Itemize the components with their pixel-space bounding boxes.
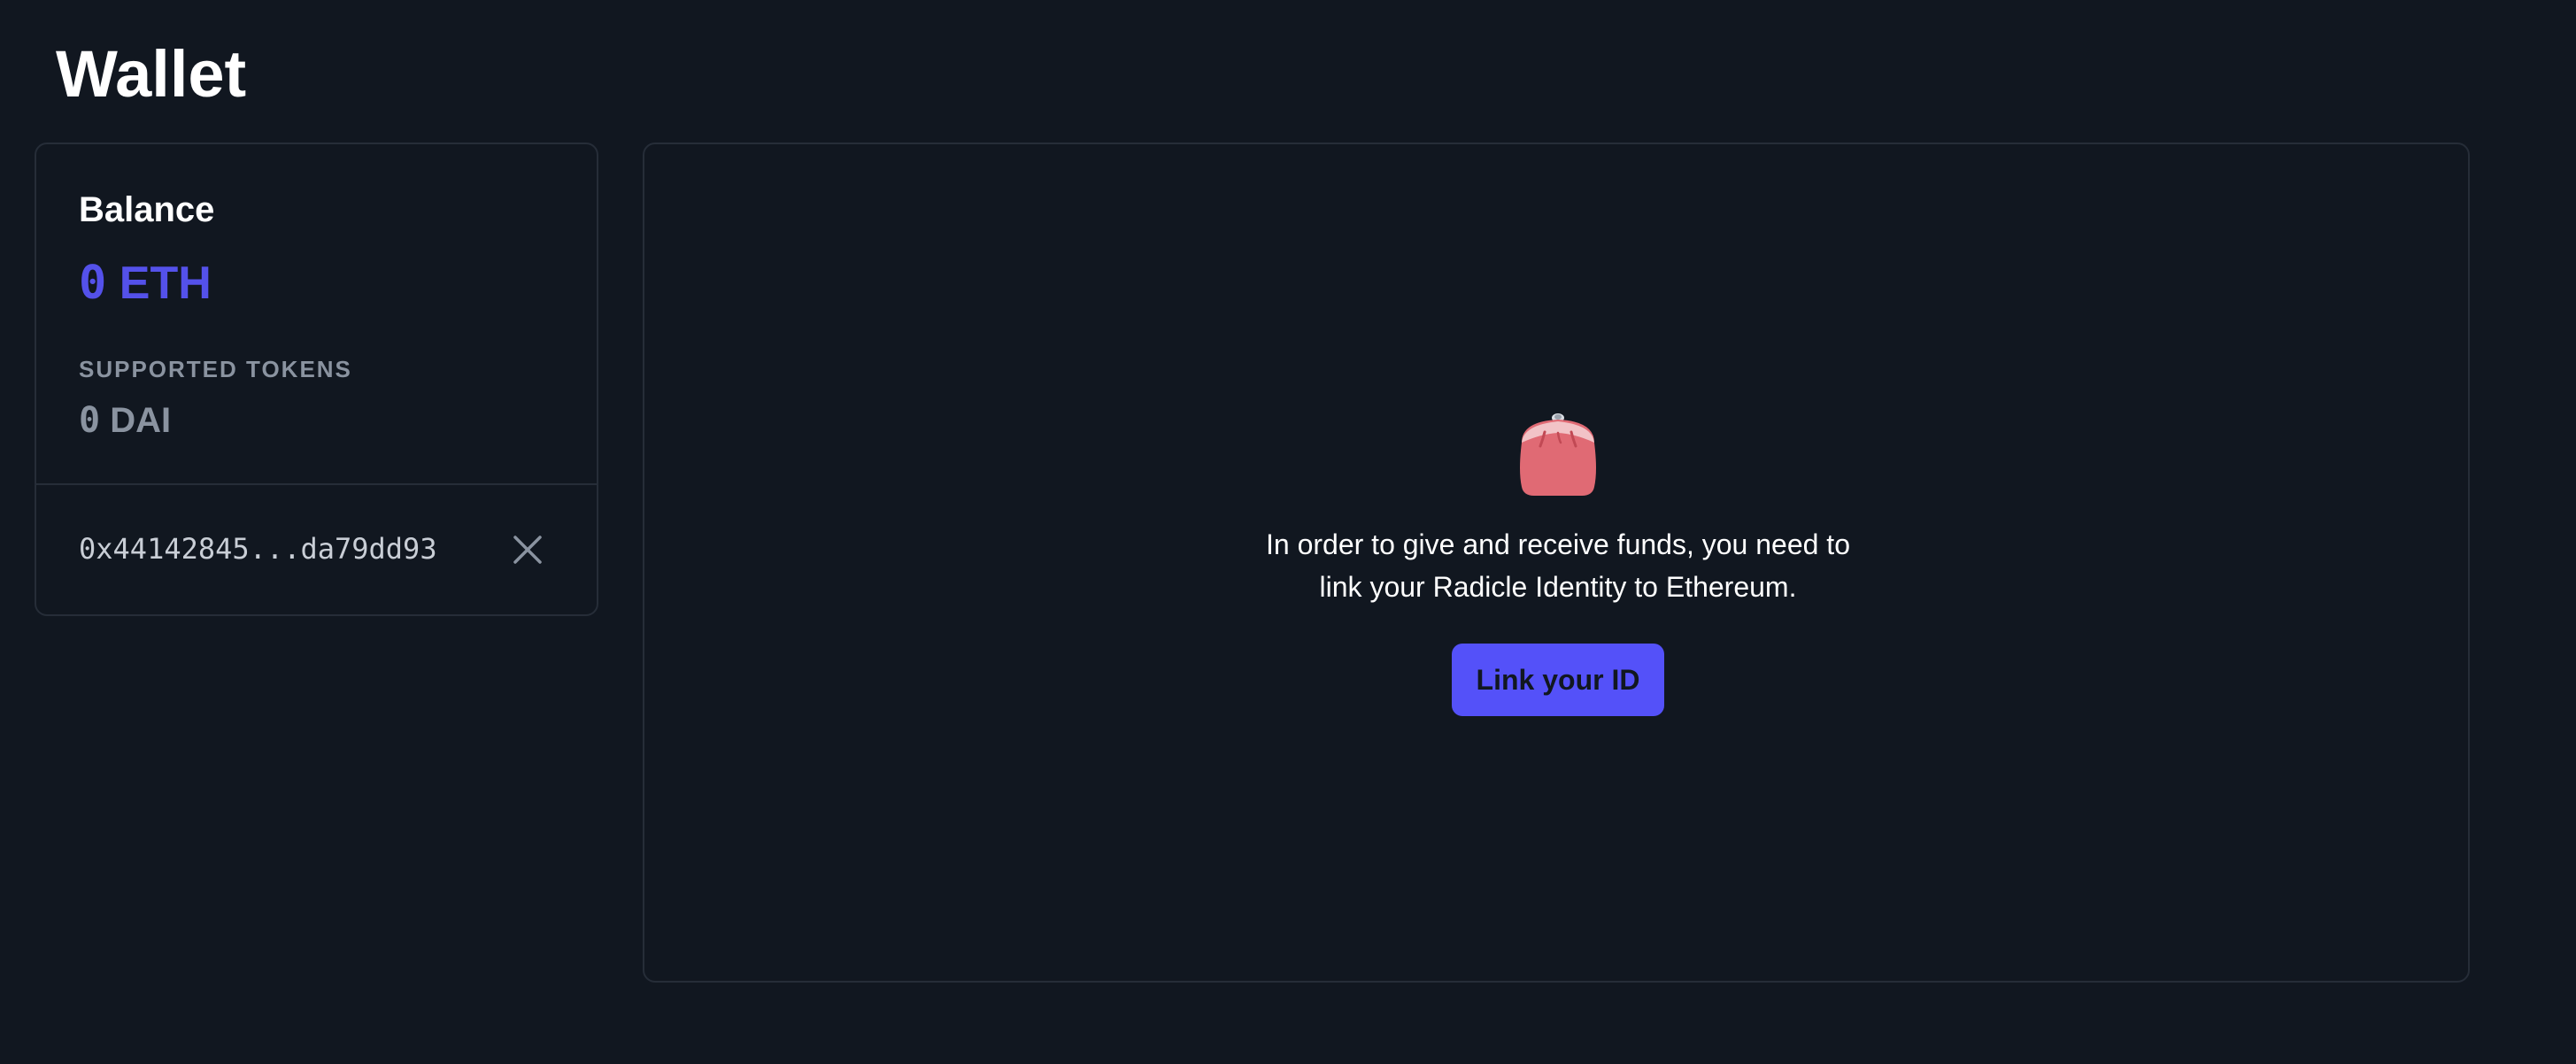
dai-balance-unit: DAI — [110, 401, 172, 440]
dai-balance-value: 0 — [79, 400, 101, 441]
eth-balance-unit: ETH — [119, 258, 212, 309]
balance-card: Balance 0 ETH SUPPORTED TOKENS 0 DAI 0x4… — [35, 143, 598, 616]
supported-tokens-label: SUPPORTED TOKENS — [79, 356, 352, 382]
link-identity-message: In order to give and receive funds, you … — [1115, 523, 2001, 608]
wallet-address: 0x44142845...da79dd93 — [79, 532, 437, 566]
close-icon — [513, 536, 542, 564]
page-title: Wallet — [56, 37, 247, 111]
eth-balance: 0 ETH — [79, 254, 212, 312]
disconnect-wallet-button[interactable] — [504, 526, 551, 574]
balance-summary: Balance 0 ETH SUPPORTED TOKENS 0 DAI — [36, 144, 597, 485]
link-your-id-button[interactable]: Link your ID — [1452, 644, 1664, 716]
link-identity-panel: In order to give and receive funds, you … — [643, 143, 2470, 983]
eth-balance-value: 0 — [79, 257, 107, 310]
purse-icon — [1520, 413, 1596, 496]
balance-heading: Balance — [79, 190, 215, 229]
link-identity-message-line-2: link your Radicle Identity to Ethereum. — [1319, 571, 1797, 603]
wallet-address-row: 0x44142845...da79dd93 — [36, 485, 597, 614]
dai-balance: 0 DAI — [79, 397, 171, 444]
link-identity-message-line-1: In order to give and receive funds, you … — [1266, 528, 1850, 560]
